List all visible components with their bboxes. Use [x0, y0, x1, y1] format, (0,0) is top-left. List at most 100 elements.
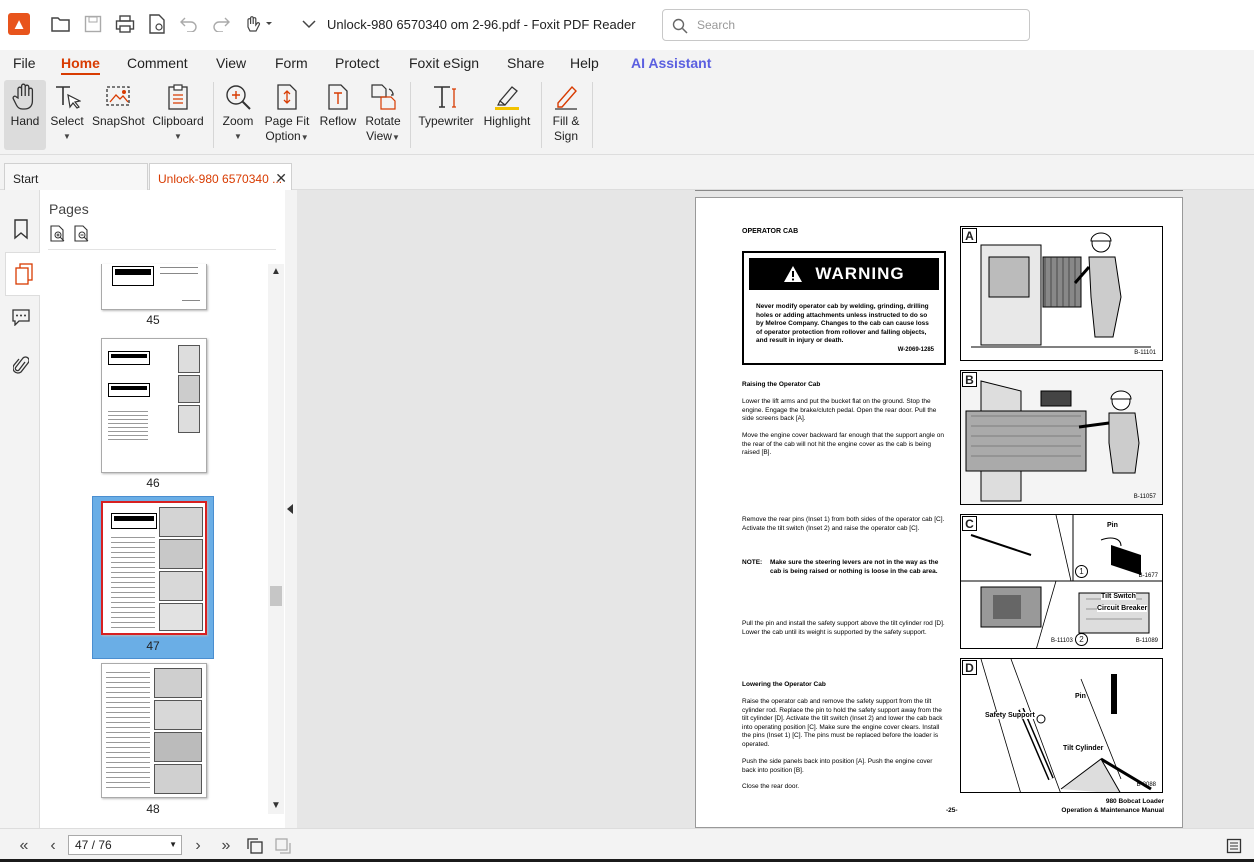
raising-paragraph-2: Move the engine cover backward far enoug… [742, 432, 944, 456]
thumbnail-label: 46 [146, 476, 160, 490]
figure-d: D Pin Safety Support Tilt Cylinder B-208… [960, 658, 1163, 793]
figure-d-code: B-2088 [1136, 782, 1156, 788]
figure-a-illustration [971, 232, 1151, 348]
previous-page-icon[interactable]: ‹ [43, 836, 63, 856]
rotate-label-1: Rotate [365, 114, 401, 128]
tab-start-label: Start [13, 172, 39, 186]
panel-splitter[interactable] [285, 190, 297, 828]
reflow-label: Reflow [319, 114, 357, 128]
tab-document[interactable]: Unlock-980 6570340 ... ✕ [149, 163, 292, 190]
previous-view-icon[interactable] [245, 836, 265, 856]
menu-home[interactable]: Home [61, 55, 100, 75]
menu-share[interactable]: Share [507, 55, 544, 71]
menu-form[interactable]: Form [275, 55, 308, 71]
bookmark-icon[interactable] [8, 216, 34, 242]
document-tab-bar: Start Unlock-980 6570340 ... ✕ [0, 155, 1254, 190]
first-page-icon[interactable]: « [14, 836, 34, 856]
chevron-down-icon: ▼ [300, 133, 309, 142]
warning-title: WARNING [815, 264, 905, 283]
pages-panel-icon[interactable] [5, 252, 41, 296]
document-properties-icon[interactable] [145, 12, 169, 36]
scroll-down-icon[interactable]: ▼ [271, 800, 281, 811]
hand-tool-button[interactable]: Hand [4, 80, 46, 150]
page-fit-icon [262, 80, 312, 114]
page-fit-label-2: Option [265, 129, 301, 143]
collapse-panel-icon[interactable] [287, 504, 293, 514]
attachment-icon[interactable] [8, 352, 34, 378]
figure-c-pin-label: Pin [1107, 522, 1118, 529]
figure-c-illustration [961, 515, 1162, 648]
rotate-view-icon [363, 80, 403, 114]
last-page-icon[interactable]: » [216, 836, 236, 856]
open-folder-icon[interactable] [49, 12, 73, 36]
menu-view[interactable]: View [216, 55, 246, 71]
search-input[interactable]: Search [662, 9, 1030, 41]
thumbnail-label-selected: 47 [146, 639, 160, 653]
comments-icon[interactable] [8, 304, 34, 330]
chevron-down-icon: ▼ [63, 132, 71, 141]
reflow-button[interactable]: Reflow [318, 80, 358, 129]
ribbon-divider [592, 82, 593, 148]
save-icon[interactable] [81, 12, 105, 36]
menu-file[interactable]: File [13, 55, 36, 71]
figure-d-pin-label: Pin [1075, 693, 1086, 700]
select-label: Select [50, 114, 84, 128]
menu-bar: File Home Comment View Form Protect Foxi… [0, 50, 1254, 76]
clipboard-button[interactable]: Clipboard ▼ [151, 80, 205, 144]
close-tab-icon[interactable]: ✕ [275, 170, 287, 187]
typewriter-button[interactable]: Typewriter [417, 80, 475, 129]
clipboard-icon [151, 80, 205, 114]
next-page-icon[interactable]: › [188, 836, 208, 856]
menu-comment[interactable]: Comment [127, 55, 188, 71]
pages-panel-title: Pages [49, 201, 89, 217]
warning-code: W-2069-1285 [897, 347, 934, 353]
pages-panel-scrollbar[interactable]: ▲ ▼ [268, 264, 284, 814]
snapshot-button[interactable]: SnapShot [92, 80, 145, 129]
note-label: NOTE: [742, 559, 763, 566]
status-bar: « ‹ 47 / 76 ▼ › » [0, 828, 1254, 862]
hand-label: Hand [10, 114, 40, 128]
hand-tool-dropdown-icon[interactable] [242, 12, 276, 36]
menu-foxit-esign[interactable]: Foxit eSign [409, 55, 479, 71]
page-thumbnail-46[interactable] [101, 338, 207, 473]
undo-icon[interactable] [177, 12, 201, 36]
highlight-label: Highlight [483, 114, 531, 128]
tab-start[interactable]: Start [4, 163, 148, 190]
inset-1-marker: 1 [1075, 565, 1088, 578]
scroll-up-icon[interactable]: ▲ [271, 266, 281, 277]
menu-help[interactable]: Help [570, 55, 599, 71]
shrink-thumbnail-icon[interactable] [73, 225, 91, 248]
section-title: OPERATOR CAB [742, 228, 799, 235]
next-view-icon[interactable] [273, 836, 293, 856]
lowering-paragraph-2: Push the side panels back into position … [742, 758, 933, 774]
zoom-icon [220, 80, 256, 114]
rotate-label-2: View [366, 129, 392, 143]
search-placeholder: Search [697, 18, 736, 32]
chevron-down-icon[interactable]: ▼ [169, 840, 177, 849]
menu-ai-assistant[interactable]: AI Assistant [631, 55, 711, 71]
select-tool-button[interactable]: Select ▼ [50, 80, 84, 144]
rotate-view-button[interactable]: Rotate View▼ [363, 80, 403, 145]
page-thumbnail-45[interactable] [101, 264, 207, 310]
figure-c-letter: C [962, 516, 977, 531]
scrollbar-thumb[interactable] [270, 586, 282, 606]
figure-c: C Pin B-1677 1 Tilt Switch Circuit Break… [960, 514, 1163, 649]
page-layout-icon[interactable] [1224, 836, 1244, 856]
remove-pins-paragraph: Remove the rear pins (Inset 1) from both… [742, 516, 945, 532]
menu-protect[interactable]: Protect [335, 55, 379, 71]
footer-line-1: 980 Bobcat Loader [1105, 798, 1164, 805]
enlarge-thumbnail-icon[interactable] [49, 225, 67, 248]
fill-and-sign-button[interactable]: Fill & Sign [546, 80, 586, 144]
print-icon[interactable] [113, 12, 137, 36]
highlight-button[interactable]: Highlight [480, 80, 534, 129]
warning-text: Never modify operator cab by welding, gr… [756, 303, 929, 344]
page-fit-option-button[interactable]: Page Fit Option▼ [262, 80, 312, 145]
zoom-button[interactable]: Zoom ▼ [220, 80, 256, 144]
page-thumbnail-48[interactable] [101, 663, 207, 798]
redo-icon[interactable] [209, 12, 233, 36]
page-thumbnail-47[interactable] [101, 501, 207, 635]
page-fit-label-1: Page Fit [264, 114, 310, 128]
quick-access-dropdown-icon[interactable] [297, 12, 321, 36]
page-number-input[interactable]: 47 / 76 ▼ [68, 835, 182, 855]
fill-sign-pen-icon [546, 80, 586, 114]
